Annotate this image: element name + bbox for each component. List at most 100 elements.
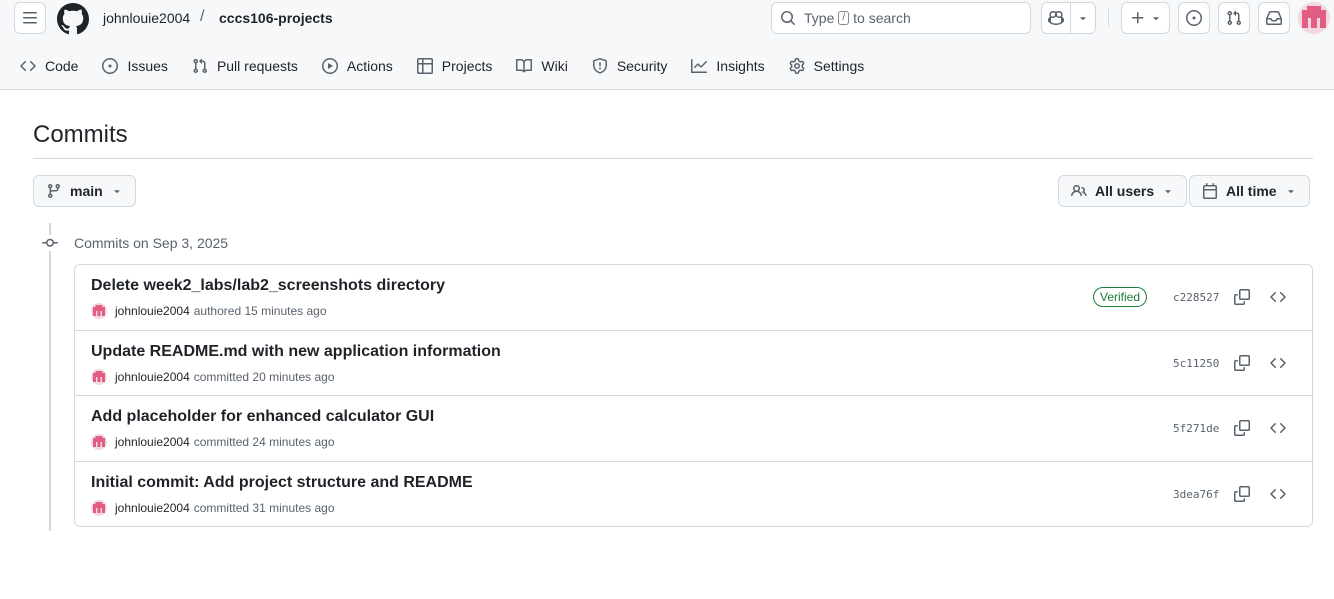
copilot-dropdown-button[interactable] (1071, 3, 1095, 33)
commit-time: authored 15 minutes ago (193, 304, 327, 318)
plus-icon (1131, 12, 1143, 24)
copilot-button[interactable] (1042, 3, 1072, 33)
commit-sha-link[interactable]: 3dea76f (1173, 488, 1219, 501)
branch-name: main (70, 183, 103, 199)
triangle-down-icon (1080, 17, 1086, 21)
copy-icon[interactable] (1234, 289, 1250, 305)
commit-sha-link[interactable]: 5c11250 (1173, 357, 1219, 370)
menu-button[interactable] (14, 2, 46, 34)
git-pull-request-icon (1227, 10, 1242, 26)
tab-label: Insights (716, 58, 765, 74)
menu-icon (23, 12, 37, 24)
branch-selector-button[interactable]: main (33, 175, 136, 207)
tab-pull-requests[interactable]: Pull requests (192, 52, 298, 80)
tab-actions[interactable]: Actions (321, 52, 393, 80)
author-avatar[interactable] (91, 499, 107, 516)
create-new-button[interactable] (1121, 2, 1170, 34)
commit-meta: johnlouie2004 committed 24 minutes ago (91, 434, 335, 450)
browse-code-icon[interactable] (1270, 420, 1286, 436)
author-link[interactable]: johnlouie2004 (115, 501, 190, 515)
commit-meta: johnlouie2004 authored 15 minutes ago (91, 303, 327, 319)
copy-icon[interactable] (1234, 354, 1250, 371)
tab-label: Security (616, 58, 668, 74)
author-link[interactable]: johnlouie2004 (115, 370, 190, 384)
triangle-down-icon (113, 190, 120, 194)
search-icon (781, 11, 796, 26)
people-icon (1071, 184, 1087, 197)
tab-label: Wiki (541, 58, 568, 74)
copy-icon[interactable] (1234, 485, 1250, 502)
commit-time: committed 24 minutes ago (193, 435, 335, 449)
tab-label: Code (45, 58, 79, 74)
issue-opened-icon (1186, 10, 1202, 26)
calendar-icon (1203, 183, 1217, 199)
users-filter-button[interactable]: All users (1058, 175, 1188, 207)
inbox-icon (1266, 10, 1282, 25)
search-shortcut-key: / (838, 11, 850, 25)
verified-badge[interactable]: Verified (1093, 287, 1148, 307)
browse-code-icon[interactable] (1270, 355, 1286, 371)
commit-message-link[interactable]: Initial commit: Add project structure an… (91, 474, 473, 492)
tab-wiki[interactable]: Wiki (516, 52, 568, 80)
time-filter-label: All time (1226, 183, 1277, 199)
commit-row: Initial commit: Add project structure an… (75, 462, 1312, 527)
copilot-button-group (1041, 2, 1096, 34)
breadcrumb-separator: / (200, 8, 205, 25)
triangle-down-icon (1287, 190, 1294, 194)
commit-message-link[interactable]: Add placeholder for enhanced calculator … (91, 408, 434, 426)
commit-row: Delete week2_labs/lab2_screenshots direc… (75, 265, 1312, 331)
commit-row: Update README.md with new application in… (75, 331, 1312, 396)
issues-button[interactable] (1178, 2, 1210, 34)
users-filter-label: All users (1095, 183, 1155, 199)
tab-settings[interactable]: Settings (789, 52, 865, 80)
tab-security[interactable]: Security (592, 52, 668, 80)
author-avatar[interactable] (91, 303, 107, 319)
commit-sha-link[interactable]: 5f271de (1173, 422, 1219, 435)
graph-icon (691, 59, 708, 73)
shield-icon (592, 58, 607, 74)
commit-row: Add placeholder for enhanced calculator … (75, 396, 1312, 462)
git-commit-icon (42, 235, 58, 251)
commit-message-link[interactable]: Delete week2_labs/lab2_screenshots direc… (91, 277, 445, 295)
time-filter-button[interactable]: All time (1189, 175, 1310, 207)
git-branch-icon (47, 184, 60, 199)
tab-code[interactable]: Code (20, 52, 78, 80)
page-title: Commits (33, 121, 128, 148)
play-icon (321, 58, 338, 74)
author-avatar[interactable] (91, 368, 107, 385)
copilot-icon (1048, 10, 1065, 26)
copy-icon[interactable] (1234, 420, 1250, 436)
commit-meta: johnlouie2004 committed 20 minutes ago (91, 368, 335, 385)
browse-code-icon[interactable] (1270, 289, 1286, 305)
author-avatar[interactable] (91, 434, 107, 450)
pull-requests-button[interactable] (1218, 2, 1250, 34)
author-link[interactable]: johnlouie2004 (115, 435, 190, 449)
repo-header: johnlouie2004 / cccs106-projects Type / … (0, 0, 1334, 90)
tab-issues[interactable]: Issues (102, 52, 168, 80)
tab-projects[interactable]: Projects (416, 52, 493, 80)
tab-label: Pull requests (216, 58, 298, 74)
browse-code-icon[interactable] (1270, 486, 1286, 502)
commit-sha-link[interactable]: c228527 (1173, 291, 1219, 304)
tab-label: Settings (813, 58, 865, 74)
commit-group-date: Commits on Sep 3, 2025 (74, 235, 229, 251)
breadcrumb-repo[interactable]: cccs106-projects (219, 10, 333, 26)
search-placeholder-suffix: to search (853, 10, 911, 26)
commit-list: Delete week2_labs/lab2_screenshots direc… (74, 264, 1313, 527)
tab-label: Projects (441, 58, 493, 74)
code-icon (20, 60, 36, 72)
triangle-down-icon (1152, 17, 1159, 21)
commit-message-link[interactable]: Update README.md with new application in… (91, 343, 501, 361)
issue-opened-icon (102, 58, 119, 74)
tab-insights[interactable]: Insights (691, 52, 765, 80)
user-avatar[interactable] (1298, 2, 1330, 34)
git-pull-request-icon (193, 58, 207, 74)
repo-nav: Code Issues Pull requests Actions Projec… (20, 52, 888, 80)
breadcrumb-owner[interactable]: johnlouie2004 (103, 10, 190, 26)
search-input[interactable]: Type / to search (771, 2, 1031, 34)
github-logo-icon[interactable] (56, 3, 89, 35)
timeline-line (49, 223, 51, 531)
author-link[interactable]: johnlouie2004 (115, 304, 190, 318)
toolbar-divider (1108, 9, 1109, 27)
inbox-button[interactable] (1258, 2, 1290, 34)
